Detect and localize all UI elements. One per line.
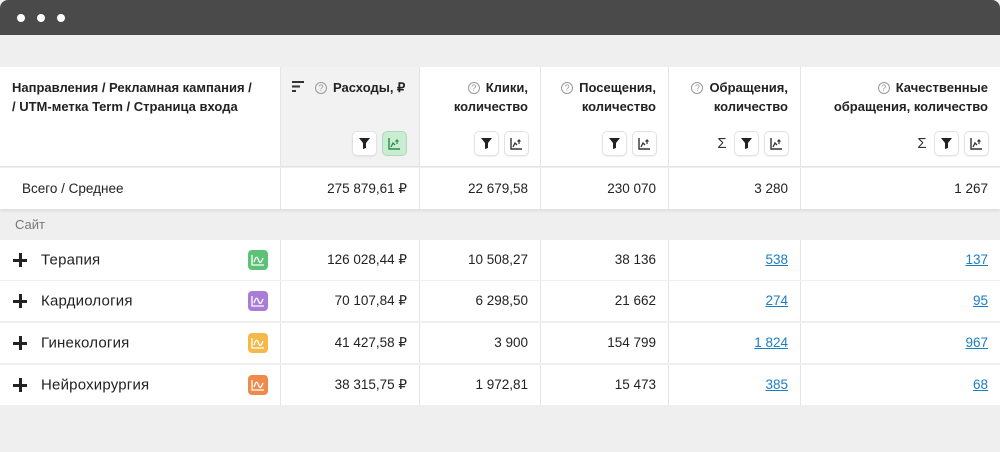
- header-clicks-line1: Клики,: [485, 80, 528, 95]
- row-category-name[interactable]: Терапия: [41, 252, 100, 269]
- sort-icon[interactable]: [292, 80, 304, 95]
- chart-icon: [970, 138, 982, 150]
- header-visits-line1: Посещения,: [579, 80, 656, 95]
- help-icon[interactable]: ?: [561, 82, 574, 94]
- table-header-row: Направления / Рекламная кампания / / UTM…: [0, 67, 1000, 167]
- trend-chart-icon[interactable]: [248, 375, 268, 395]
- filter-icon: [609, 138, 620, 149]
- header-dimension-line1: Направления / Рекламная кампания /: [12, 80, 252, 95]
- filter-icon: [359, 138, 370, 149]
- total-visits: 230 070: [607, 181, 656, 196]
- sigma-icon[interactable]: Σ: [714, 132, 730, 155]
- chart-toggle-button[interactable]: [965, 132, 988, 155]
- title-bar: [0, 0, 1000, 35]
- minimize-window-dot[interactable]: [37, 14, 45, 22]
- header-quality-line1: Качественные: [895, 80, 988, 95]
- expand-plus-icon[interactable]: [12, 252, 28, 268]
- table-row[interactable]: Кардиология 70 107,84 ₽ 6 298,50 21 662 274 9…: [0, 281, 1000, 321]
- filter-icon: [941, 138, 952, 149]
- row-visits: 154 799: [607, 335, 656, 350]
- filter-button[interactable]: [735, 132, 758, 155]
- header-requests-column[interactable]: ? Обращения, количество Σ: [669, 67, 800, 166]
- header-visits-column[interactable]: ? Посещения, количество: [541, 67, 668, 166]
- maximize-window-dot[interactable]: [57, 14, 65, 22]
- row-clicks: 3 900: [494, 335, 528, 350]
- header-quality-requests-column[interactable]: ? Качественные обращения, количество Σ: [801, 67, 1000, 166]
- expand-plus-icon[interactable]: [12, 335, 28, 351]
- row-requests-link[interactable]: 538: [765, 252, 788, 267]
- row-visits: 38 136: [614, 252, 656, 267]
- header-requests-line2: количество: [713, 99, 788, 114]
- header-visits-line2: количество: [581, 99, 656, 114]
- row-clicks: 10 508,27: [467, 252, 528, 267]
- row-quality-requests-link[interactable]: 137: [965, 252, 988, 267]
- row-visits: 21 662: [614, 293, 656, 308]
- row-spend: 38 315,75 ₽: [334, 377, 407, 392]
- expand-plus-icon[interactable]: [12, 377, 28, 393]
- row-quality-requests-link[interactable]: 68: [973, 377, 988, 392]
- table-row[interactable]: Нейрохирургия 38 315,75 ₽ 1 972,81 15 473 38…: [0, 365, 1000, 405]
- help-icon[interactable]: ?: [315, 82, 327, 94]
- row-requests-link[interactable]: 385: [765, 377, 788, 392]
- header-quality-line2: обращения, количество: [833, 99, 988, 114]
- filter-button[interactable]: [353, 132, 376, 155]
- row-requests-link[interactable]: 274: [765, 293, 788, 308]
- row-spend: 70 107,84 ₽: [334, 293, 407, 308]
- app-window: Направления / Рекламная кампания / / UTM…: [0, 0, 1000, 452]
- total-clicks: 22 679,58: [467, 181, 528, 196]
- totals-row: Всего / Среднее 275 879,61 ₽ 22 679,58 2…: [0, 168, 1000, 209]
- header-spend-label: Расходы, ₽: [333, 80, 406, 95]
- chart-icon: [388, 138, 400, 150]
- chart-toggle-button[interactable]: [505, 132, 528, 155]
- row-visits: 15 473: [614, 377, 656, 392]
- header-requests-line1: Обращения,: [709, 80, 788, 95]
- close-window-dot[interactable]: [17, 14, 25, 22]
- help-icon[interactable]: ?: [467, 82, 480, 94]
- trend-chart-icon[interactable]: [248, 250, 268, 270]
- row-spend: 41 427,58 ₽: [334, 335, 407, 350]
- sigma-icon[interactable]: Σ: [914, 132, 930, 155]
- row-clicks: 1 972,81: [475, 377, 528, 392]
- trend-chart-icon[interactable]: [248, 291, 268, 311]
- chart-icon: [638, 138, 650, 150]
- header-spend-column[interactable]: ? Расходы, ₽: [281, 67, 419, 166]
- filter-icon: [481, 138, 492, 149]
- chart-toggle-button[interactable]: [765, 132, 788, 155]
- row-requests-link[interactable]: 1 824: [754, 335, 788, 350]
- header-clicks-column[interactable]: ? Клики, количество: [420, 67, 540, 166]
- filter-button[interactable]: [475, 132, 498, 155]
- header-dimension-line2: / UTM-метка Term / Страница входа: [12, 99, 238, 114]
- filter-button[interactable]: [935, 132, 958, 155]
- row-category-name[interactable]: Кардиология: [41, 293, 133, 310]
- chart-toggle-button[interactable]: [633, 132, 656, 155]
- header-clicks-line2: количество: [453, 99, 528, 114]
- table-row[interactable]: Гинекология 41 427,58 ₽ 3 900 154 799 1 824 9…: [0, 323, 1000, 363]
- total-requests: 3 280: [754, 181, 788, 196]
- row-category-name[interactable]: Нейрохирургия: [41, 377, 149, 394]
- expand-plus-icon[interactable]: [12, 293, 28, 309]
- chart-icon: [770, 138, 782, 150]
- row-quality-requests-link[interactable]: 967: [965, 335, 988, 350]
- table-row[interactable]: Терапия 126 028,44 ₽ 10 508,27 38 136 538 137: [0, 240, 1000, 280]
- row-spend: 126 028,44 ₽: [327, 252, 407, 267]
- help-icon[interactable]: ?: [877, 82, 890, 94]
- group-label: Сайт: [15, 217, 45, 232]
- filter-button[interactable]: [603, 132, 626, 155]
- total-spend: 275 879,61 ₽: [327, 181, 407, 196]
- help-icon[interactable]: ?: [691, 82, 704, 94]
- header-dimension-column[interactable]: Направления / Рекламная кампания / / UTM…: [0, 67, 280, 166]
- chart-icon: [510, 138, 522, 150]
- total-quality-requests: 1 267: [954, 181, 988, 196]
- row-clicks: 6 298,50: [475, 293, 528, 308]
- row-quality-requests-link[interactable]: 95: [973, 293, 988, 308]
- trend-chart-icon[interactable]: [248, 333, 268, 353]
- filter-icon: [741, 138, 752, 149]
- row-category-name[interactable]: Гинекология: [41, 335, 129, 352]
- chart-toggle-button[interactable]: [383, 132, 406, 155]
- totals-label: Всего / Среднее: [22, 181, 124, 196]
